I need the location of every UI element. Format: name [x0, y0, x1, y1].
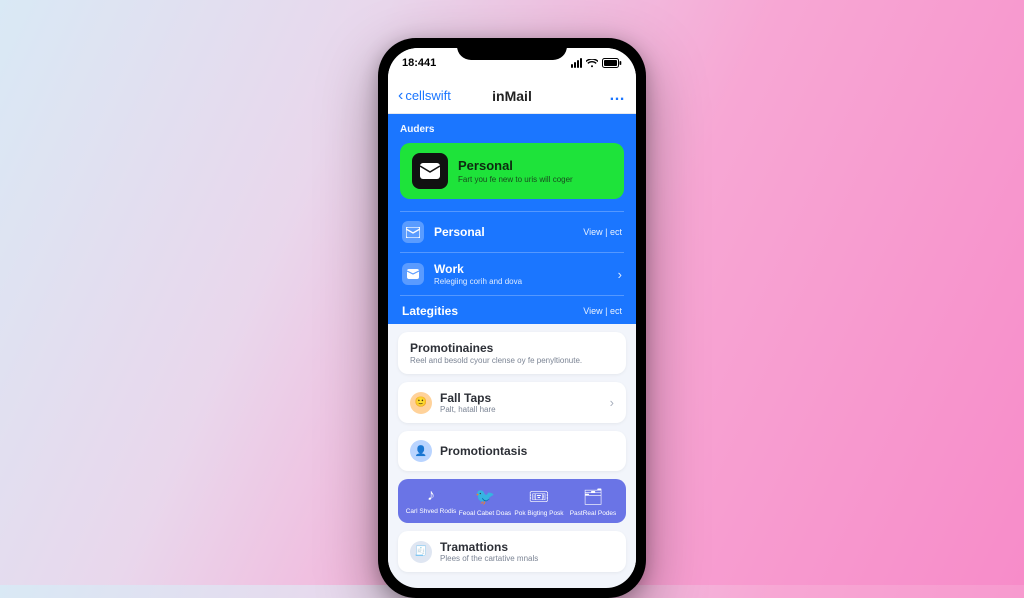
chevron-left-icon: ‹ [398, 87, 403, 105]
item-subtitle: Reel and besold cyour clense oy fe penyl… [410, 356, 614, 365]
hero-title: Personal [458, 158, 573, 173]
mail-icon [412, 153, 448, 189]
folders-header: Auders [400, 124, 624, 135]
status-time: 18:441 [402, 57, 436, 69]
folder-label: Work [434, 262, 522, 276]
list-item-promotions-2[interactable]: 👤 Promotiontasis [398, 431, 626, 471]
quick-action-bar: ♪ Carl Shved Rodis 🐦 Feoal Cabet Doas 🎟 … [398, 479, 626, 523]
hero-subtitle: Fart you fe new to uris will coger [458, 175, 573, 184]
quick-label: Feoal Cabet Doas [459, 510, 511, 517]
folder-subtitle: Relegiing corih and dova [434, 277, 522, 286]
list-item-transactions[interactable]: 🧾 Tramattions Plees of the cartative mna… [398, 531, 626, 572]
view-action[interactable]: View | ect [583, 306, 622, 316]
item-title: Promotiontasis [440, 444, 527, 458]
folder-personal[interactable]: Personal View | ect [400, 211, 624, 252]
card-icon: 🗂 [583, 487, 603, 507]
phone-frame: 18:441 ‹ cellswift inMail … Auders [378, 38, 646, 598]
avatar-icon: 🙂 [410, 392, 432, 414]
ticket-icon: 🎟 [529, 487, 549, 507]
signal-icon [571, 58, 582, 68]
chevron-right-icon: › [618, 267, 622, 282]
mail-icon [402, 263, 424, 285]
hero-text: Personal Fart you fe new to uris will co… [458, 158, 573, 184]
music-icon: ♪ [427, 487, 435, 505]
chevron-right-icon: › [610, 395, 614, 410]
categories-title: Lategities [402, 304, 458, 318]
item-subtitle: Palt, hatall hare [440, 405, 496, 414]
item-title: Fall Taps [440, 391, 496, 405]
quick-item-2[interactable]: 🐦 Feoal Cabet Doas [458, 487, 512, 517]
receipt-icon: 🧾 [410, 541, 432, 563]
avatar-icon: 👤 [410, 440, 432, 462]
battery-icon [602, 58, 622, 68]
screen: 18:441 ‹ cellswift inMail … Auders [388, 48, 636, 588]
quick-item-3[interactable]: 🎟 Pok Bigting Posk [512, 487, 566, 517]
bird-icon: 🐦 [475, 487, 495, 507]
quick-label: Carl Shved Rodis [406, 508, 457, 515]
quick-label: Pok Bigting Posk [514, 510, 563, 517]
list-item-fall-taps[interactable]: 🙂 Fall Taps Palt, hatall hare › [398, 382, 626, 423]
quick-label: PastReal Podes [570, 510, 617, 517]
quick-item-1[interactable]: ♪ Carl Shved Rodis [404, 487, 458, 517]
item-subtitle: Plees of the cartative mnals [440, 554, 538, 563]
page-title: inMail [492, 88, 532, 104]
folder-label: Personal [434, 225, 485, 239]
back-label: cellswift [405, 88, 451, 103]
list-item-promotions[interactable]: Promotinaines Reel and besold cyour clen… [398, 332, 626, 374]
notch [457, 38, 567, 60]
item-title: Tramattions [440, 540, 538, 554]
item-title: Promotinaines [410, 341, 614, 355]
envelope-icon [402, 221, 424, 243]
quick-item-4[interactable]: 🗂 PastReal Podes [566, 487, 620, 517]
nav-bar: ‹ cellswift inMail … [388, 78, 636, 114]
back-button[interactable]: ‹ cellswift [398, 87, 451, 105]
status-indicators [571, 58, 622, 68]
list-area: Promotinaines Reel and besold cyour clen… [388, 332, 636, 572]
hero-card-personal[interactable]: Personal Fart you fe new to uris will co… [400, 143, 624, 199]
wifi-icon [586, 59, 598, 68]
folder-work[interactable]: Work Relegiing corih and dova › [400, 252, 624, 295]
categories-header: Lategities View | ect [400, 295, 624, 324]
folders-panel: Auders Personal Fart you fe new to uris … [388, 114, 636, 324]
more-button[interactable]: … [609, 87, 626, 105]
content: Auders Personal Fart you fe new to uris … [388, 114, 636, 588]
view-action[interactable]: View | ect [583, 227, 622, 237]
